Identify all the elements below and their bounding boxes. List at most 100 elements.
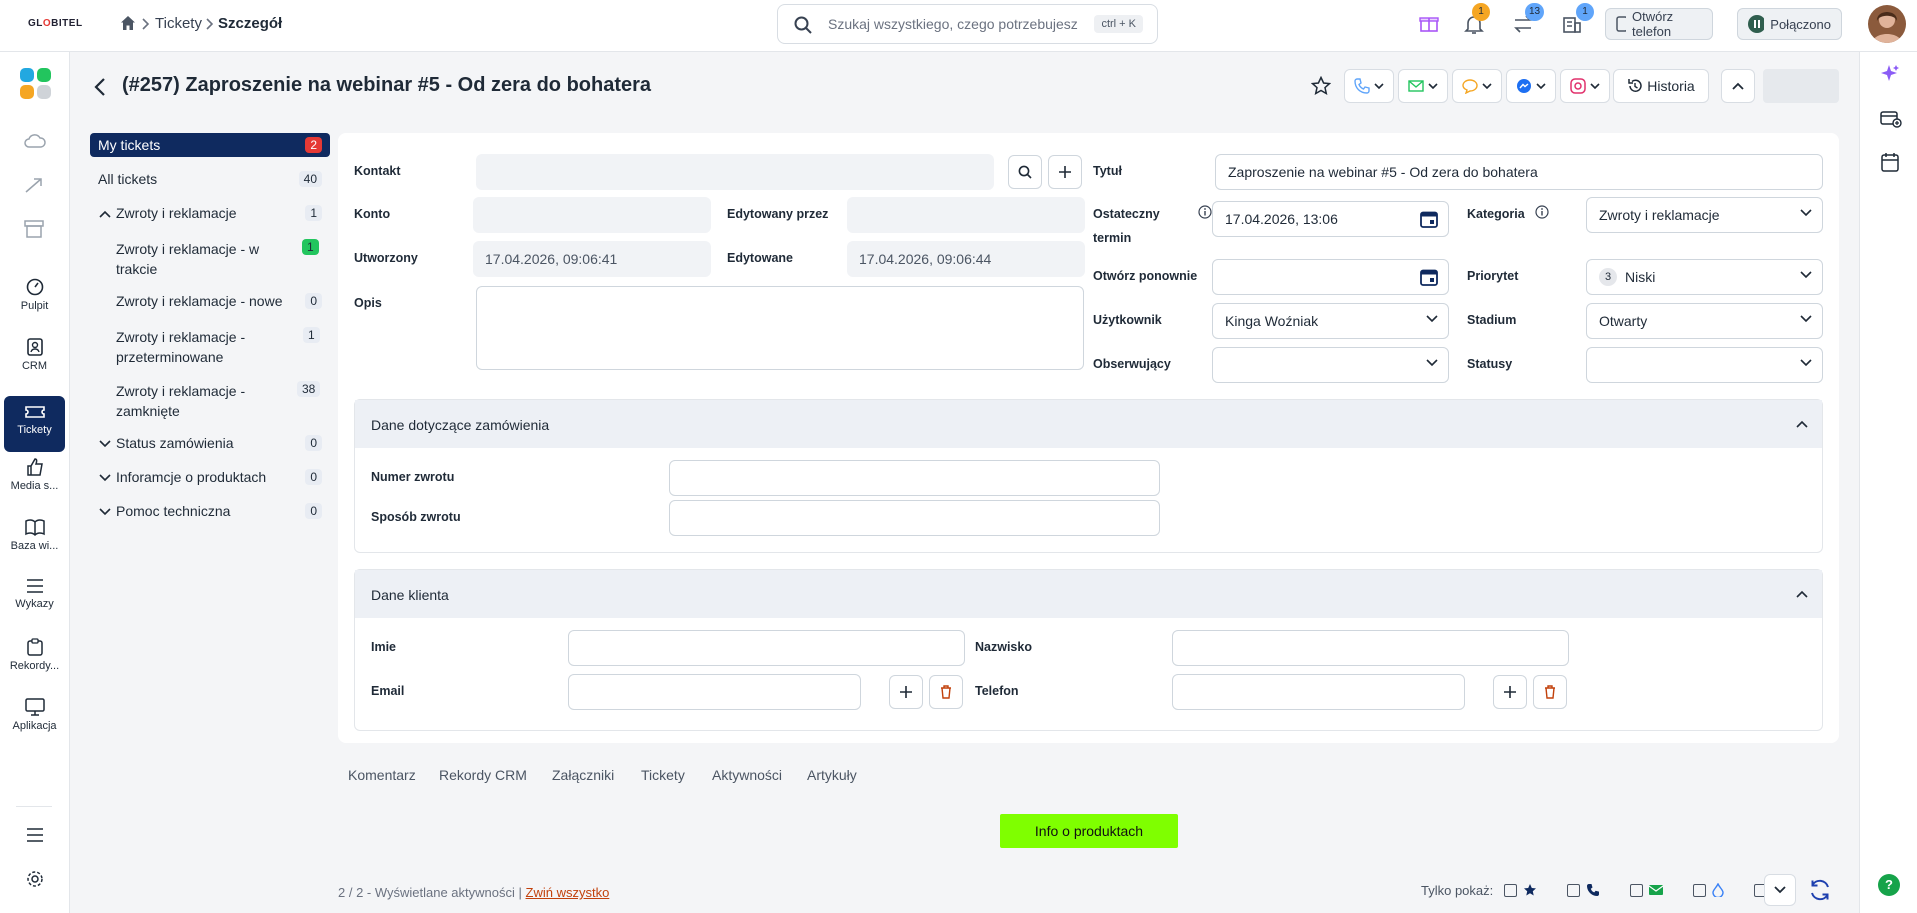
back-arrow-icon[interactable] bbox=[94, 78, 106, 96]
statuses-select[interactable] bbox=[1586, 347, 1823, 383]
home-icon[interactable] bbox=[120, 15, 136, 31]
expand-filters-button[interactable] bbox=[1764, 874, 1796, 906]
breadcrumb-tickets[interactable]: Tickety bbox=[155, 15, 202, 32]
count-badge: 0 bbox=[305, 435, 322, 451]
search-contact-button[interactable] bbox=[1008, 155, 1042, 189]
email-channel-dropdown[interactable] bbox=[1398, 69, 1448, 103]
history-button[interactable]: Historia bbox=[1613, 69, 1709, 103]
account-field[interactable] bbox=[473, 197, 711, 233]
stage-select[interactable]: Otwarty bbox=[1586, 303, 1823, 339]
activity-filters bbox=[1504, 883, 1787, 897]
global-search[interactable]: Szukaj wszystkiego, czego potrzebujesz c… bbox=[777, 4, 1158, 44]
product-info-button[interactable]: Info o produktach bbox=[1000, 814, 1178, 848]
apps-grid-icon[interactable] bbox=[20, 68, 52, 100]
add-email-button[interactable] bbox=[889, 675, 923, 709]
open-phone-button[interactable]: Otwórz telefon bbox=[1605, 8, 1713, 40]
tree-group-zwroty[interactable]: Zwroty i reklamacje 1 bbox=[90, 205, 330, 221]
priority-select[interactable]: 3 Niski bbox=[1586, 259, 1823, 295]
first-name-input[interactable] bbox=[568, 630, 965, 666]
refresh-icon[interactable] bbox=[1808, 878, 1832, 902]
ai-sparkle-icon[interactable] bbox=[1880, 64, 1900, 84]
gift-icon[interactable] bbox=[1419, 13, 1439, 33]
description-textarea[interactable] bbox=[476, 286, 1084, 370]
filter-checkbox-starred[interactable] bbox=[1504, 883, 1517, 897]
tree-item-all-tickets[interactable]: All tickets 40 bbox=[90, 171, 330, 187]
rail-item-crm[interactable]: CRM bbox=[4, 338, 65, 394]
tab-rekordy-crm[interactable]: Rekordy CRM bbox=[439, 767, 527, 783]
calendar-icon[interactable] bbox=[1881, 152, 1899, 172]
user-select[interactable]: Kinga Woźniak bbox=[1212, 303, 1449, 339]
reopen-input[interactable] bbox=[1212, 259, 1449, 295]
count-badge: 0 bbox=[305, 503, 322, 519]
tree-item-zamkniete[interactable]: Zwroty i reklamacje - zamknięte bbox=[90, 381, 290, 421]
collapse-all-link[interactable]: Zwiń wszystko bbox=[526, 885, 610, 900]
connection-status-button[interactable]: Połączono bbox=[1737, 8, 1842, 40]
email-input[interactable] bbox=[568, 674, 861, 710]
rail-item-media[interactable]: Media s... bbox=[4, 458, 65, 514]
add-phone-button[interactable] bbox=[1493, 675, 1527, 709]
delete-phone-button[interactable] bbox=[1533, 675, 1567, 709]
chevron-down-icon bbox=[99, 508, 111, 516]
watchers-select[interactable] bbox=[1212, 347, 1449, 383]
rail-item-tickety[interactable]: Tickety bbox=[4, 396, 65, 452]
tab-aktywnosci[interactable]: Aktywności bbox=[712, 767, 782, 783]
phone-channel-dropdown[interactable] bbox=[1344, 69, 1394, 103]
chat-channel-dropdown[interactable] bbox=[1452, 69, 1502, 103]
hamburger-menu-icon[interactable] bbox=[26, 828, 44, 842]
cloud-icon[interactable] bbox=[24, 132, 46, 150]
title-input[interactable]: Zaproszenie na webinar #5 - Od zera do b… bbox=[1215, 154, 1823, 190]
add-card-icon[interactable] bbox=[1880, 110, 1902, 128]
help-icon[interactable]: ? bbox=[1878, 874, 1900, 896]
last-name-input[interactable] bbox=[1172, 630, 1569, 666]
plus-icon bbox=[900, 686, 912, 698]
tree-item-nowe[interactable]: Zwroty i reklamacje - nowe 0 bbox=[90, 293, 330, 309]
tab-artykuly[interactable]: Artykuły bbox=[807, 767, 857, 783]
tab-tickety[interactable]: Tickety bbox=[641, 767, 685, 783]
phone-filled-icon bbox=[1587, 884, 1599, 896]
rail-item-rekordy[interactable]: Rekordy... bbox=[4, 638, 65, 694]
deadline-input[interactable]: 17.04.2026, 13:06 bbox=[1212, 201, 1449, 237]
rail-item-aplikacja[interactable]: Aplikacja bbox=[4, 698, 65, 754]
edited-by-field[interactable] bbox=[847, 197, 1085, 233]
tree-group-pomoc[interactable]: Pomoc techniczna 0 bbox=[90, 503, 330, 519]
rail-item-wykazy[interactable]: Wykazy bbox=[4, 578, 65, 634]
settings-gear-icon[interactable] bbox=[26, 870, 44, 888]
filter-checkbox-calls[interactable] bbox=[1567, 883, 1580, 897]
star-favorite-icon[interactable] bbox=[1311, 76, 1331, 96]
filter-checkbox-drops[interactable] bbox=[1693, 883, 1706, 897]
tree-group-status[interactable]: Status zamówienia 0 bbox=[90, 435, 330, 451]
trend-arrow-icon[interactable] bbox=[24, 176, 46, 194]
app-logo[interactable]: GLOBITEL bbox=[28, 18, 83, 29]
rail-item-baza[interactable]: Baza wi... bbox=[4, 518, 65, 574]
calendar-picker-icon[interactable] bbox=[1420, 210, 1438, 228]
messenger-channel-dropdown[interactable] bbox=[1506, 69, 1556, 103]
filter-checkbox-emails[interactable] bbox=[1630, 883, 1643, 897]
add-contact-button[interactable] bbox=[1048, 155, 1082, 189]
rail-item-pulpit[interactable]: Pulpit bbox=[4, 278, 65, 334]
archive-icon[interactable] bbox=[24, 220, 44, 238]
delete-email-button[interactable] bbox=[929, 675, 963, 709]
statuses-label: Statusy bbox=[1467, 357, 1513, 371]
tree-group-informacje[interactable]: Inforamcje o produktach 0 bbox=[90, 469, 330, 485]
user-avatar[interactable] bbox=[1868, 5, 1906, 43]
return-number-input[interactable] bbox=[669, 460, 1160, 496]
client-panel-header[interactable]: Dane klienta bbox=[355, 570, 1822, 618]
order-panel-header[interactable]: Dane dotyczące zamówienia bbox=[355, 400, 1822, 448]
category-select[interactable]: Zwroty i reklamacje bbox=[1586, 197, 1823, 233]
collapse-header-button[interactable] bbox=[1721, 69, 1755, 103]
tree-item-my-tickets[interactable]: My tickets 2 bbox=[90, 133, 330, 157]
tab-zalaczniki[interactable]: Załączniki bbox=[552, 767, 614, 783]
trash-icon bbox=[941, 685, 951, 699]
instagram-channel-dropdown[interactable] bbox=[1560, 69, 1610, 103]
chevron-down-icon bbox=[1426, 359, 1438, 367]
chevron-down-icon bbox=[1482, 83, 1492, 89]
tree-item-przeterminowane[interactable]: Zwroty i reklamacje - przeterminowane bbox=[90, 327, 290, 367]
contact-field[interactable] bbox=[476, 154, 994, 190]
count-badge: 1 bbox=[305, 205, 322, 221]
save-button-disabled[interactable] bbox=[1763, 69, 1839, 103]
phone-input[interactable] bbox=[1172, 674, 1465, 710]
tab-komentarz[interactable]: Komentarz bbox=[348, 767, 416, 783]
tree-item-w-trakcie[interactable]: Zwroty i reklamacje - w trakcie bbox=[90, 239, 290, 279]
return-method-input[interactable] bbox=[669, 500, 1160, 536]
calendar-picker-icon[interactable] bbox=[1420, 268, 1438, 286]
